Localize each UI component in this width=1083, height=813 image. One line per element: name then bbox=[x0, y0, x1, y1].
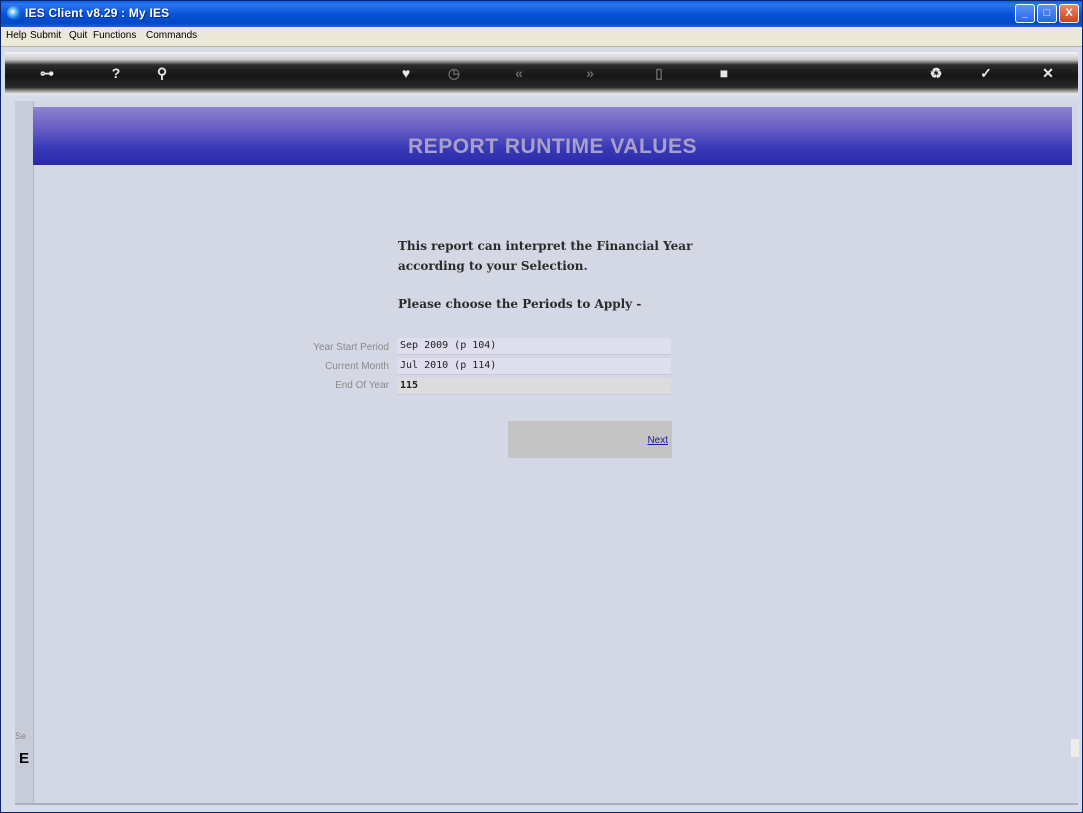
side-panel-label: Se bbox=[15, 731, 27, 741]
menu-submit[interactable]: Submit bbox=[30, 30, 61, 41]
side-panel bbox=[15, 101, 34, 805]
column-icon[interactable]: ▯ bbox=[650, 64, 668, 82]
close-icon[interactable]: ✕ bbox=[1039, 64, 1057, 82]
current-month-field[interactable]: Jul 2010 (p 114) bbox=[397, 358, 671, 375]
page-header: REPORT RUNTIME VALUES bbox=[33, 107, 1072, 165]
heart-icon[interactable]: ♥ bbox=[397, 64, 415, 82]
side-panel-glyph: E bbox=[19, 750, 30, 767]
rewind-icon[interactable]: « bbox=[510, 64, 528, 82]
end-of-year-field: 115 bbox=[397, 378, 671, 395]
status-bar bbox=[15, 803, 1078, 805]
year-start-field[interactable]: Sep 2009 (p 104) bbox=[397, 338, 671, 355]
window-title: IES Client v8.29 : My IES bbox=[25, 6, 170, 20]
recycle-icon[interactable]: ♻ bbox=[927, 64, 945, 82]
current-month-label: Current Month bbox=[325, 361, 389, 372]
intro-text-line1: This report can interpret the Financial … bbox=[398, 239, 693, 253]
toolbar: ⊶ ? ⚲ ♥ ◷ « » ▯ ■ ♻ ✓ ✕ bbox=[5, 52, 1078, 95]
close-window-button[interactable]: X bbox=[1059, 4, 1079, 23]
menu-quit[interactable]: Quit bbox=[69, 30, 87, 41]
end-of-year-label: End Of Year bbox=[335, 380, 389, 391]
next-panel: Next bbox=[508, 421, 672, 458]
forward-icon[interactable]: » bbox=[581, 64, 599, 82]
instruction-text: Please choose the Periods to Apply - bbox=[398, 297, 642, 311]
intro-text-line2: according to your Selection. bbox=[398, 259, 588, 273]
stop-icon[interactable]: ■ bbox=[715, 64, 733, 82]
title-bar[interactable]: IES Client v8.29 : My IES _ □ X bbox=[1, 1, 1082, 27]
scrollbar-handle[interactable] bbox=[1071, 739, 1079, 757]
page-title: REPORT RUNTIME VALUES bbox=[408, 135, 697, 158]
help-icon[interactable]: ? bbox=[107, 64, 125, 82]
app-window: IES Client v8.29 : My IES _ □ X Help Sub… bbox=[0, 0, 1083, 813]
search-icon[interactable]: ⚲ bbox=[153, 64, 171, 82]
menu-bar: Help Submit Quit Functions Commands bbox=[1, 27, 1082, 47]
check-icon[interactable]: ✓ bbox=[977, 64, 995, 82]
key-icon[interactable]: ⊶ bbox=[32, 64, 62, 82]
menu-commands[interactable]: Commands bbox=[146, 30, 197, 41]
year-start-label: Year Start Period bbox=[313, 342, 389, 353]
maximize-button[interactable]: □ bbox=[1037, 4, 1057, 23]
next-link[interactable]: Next bbox=[647, 435, 668, 446]
app-icon bbox=[7, 6, 21, 20]
minimize-button[interactable]: _ bbox=[1015, 4, 1035, 23]
menu-functions[interactable]: Functions bbox=[93, 30, 136, 41]
menu-help[interactable]: Help bbox=[6, 30, 27, 41]
clock-icon[interactable]: ◷ bbox=[445, 64, 463, 82]
